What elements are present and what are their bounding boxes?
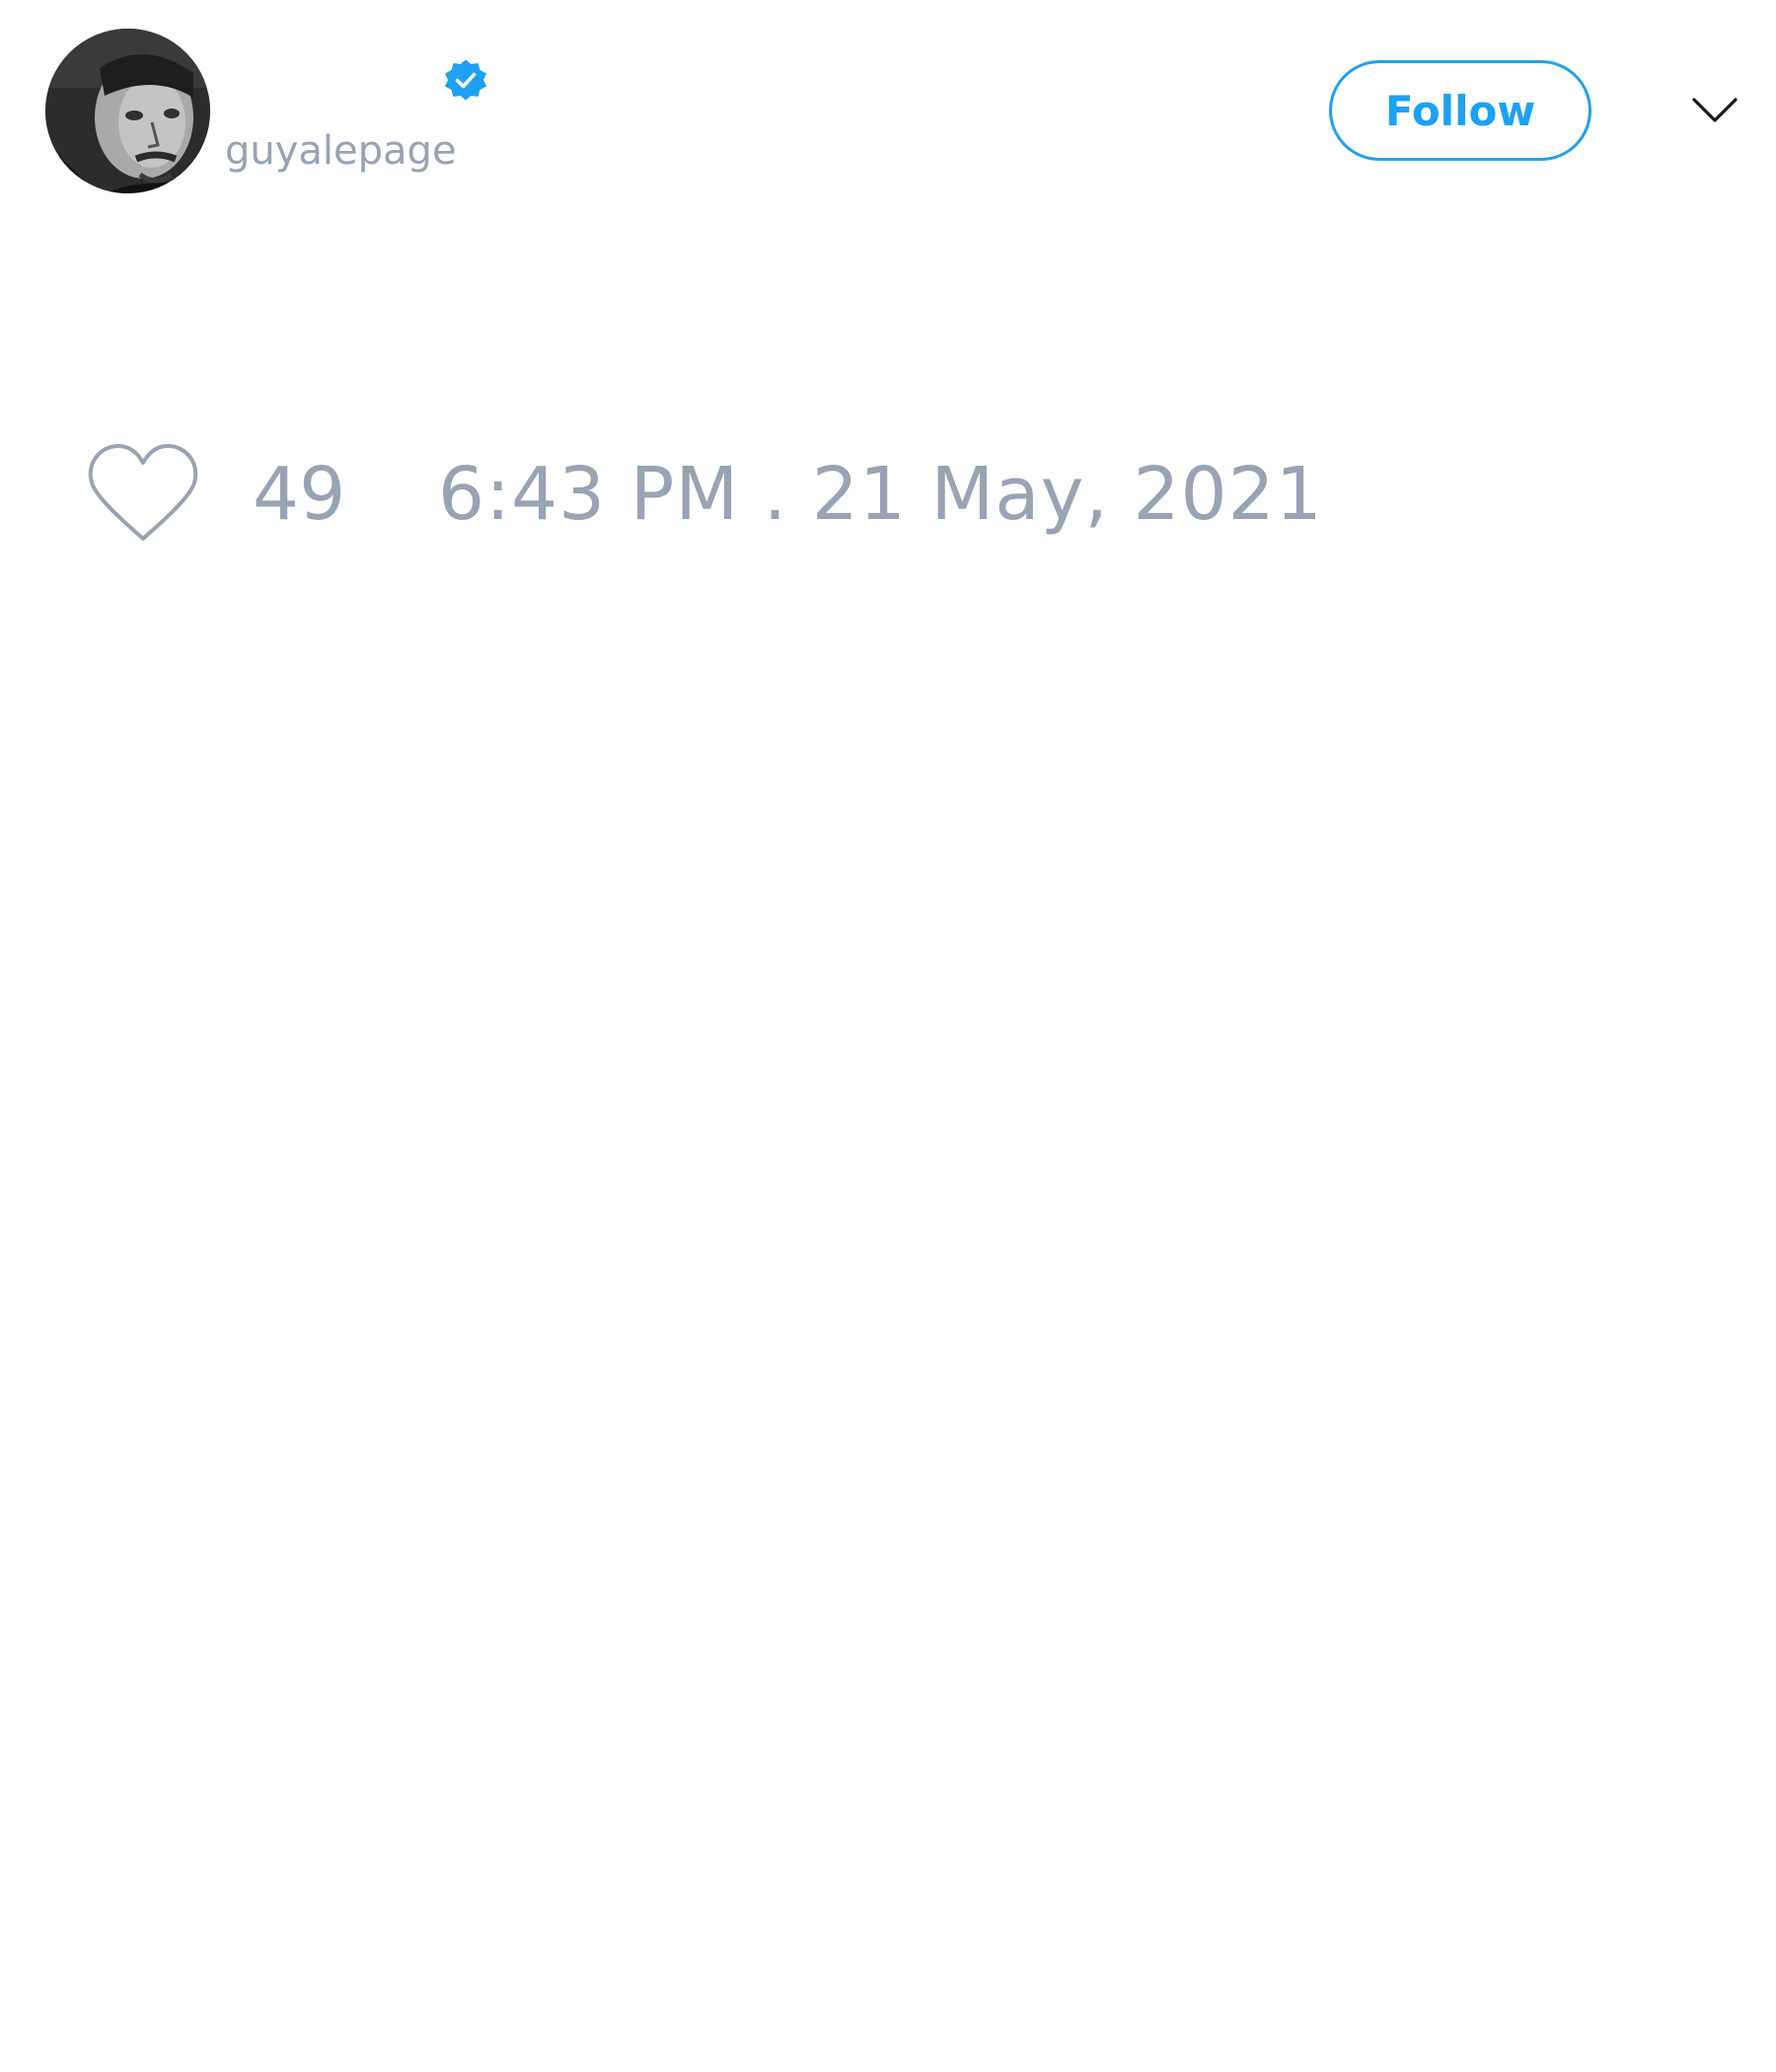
tweet-timestamp[interactable]: 6:43 PM . 21 May, 2021 bbox=[438, 452, 1323, 537]
heart-icon[interactable] bbox=[87, 442, 199, 545]
verified-badge-icon bbox=[445, 59, 486, 101]
follow-button[interactable]: Follow bbox=[1329, 60, 1591, 161]
avatar-photo bbox=[45, 29, 210, 193]
like-count: 49 bbox=[253, 452, 346, 537]
user-handle[interactable]: guyalepage bbox=[225, 126, 457, 176]
chevron-down-icon[interactable] bbox=[1690, 90, 1739, 129]
avatar[interactable] bbox=[45, 29, 210, 193]
